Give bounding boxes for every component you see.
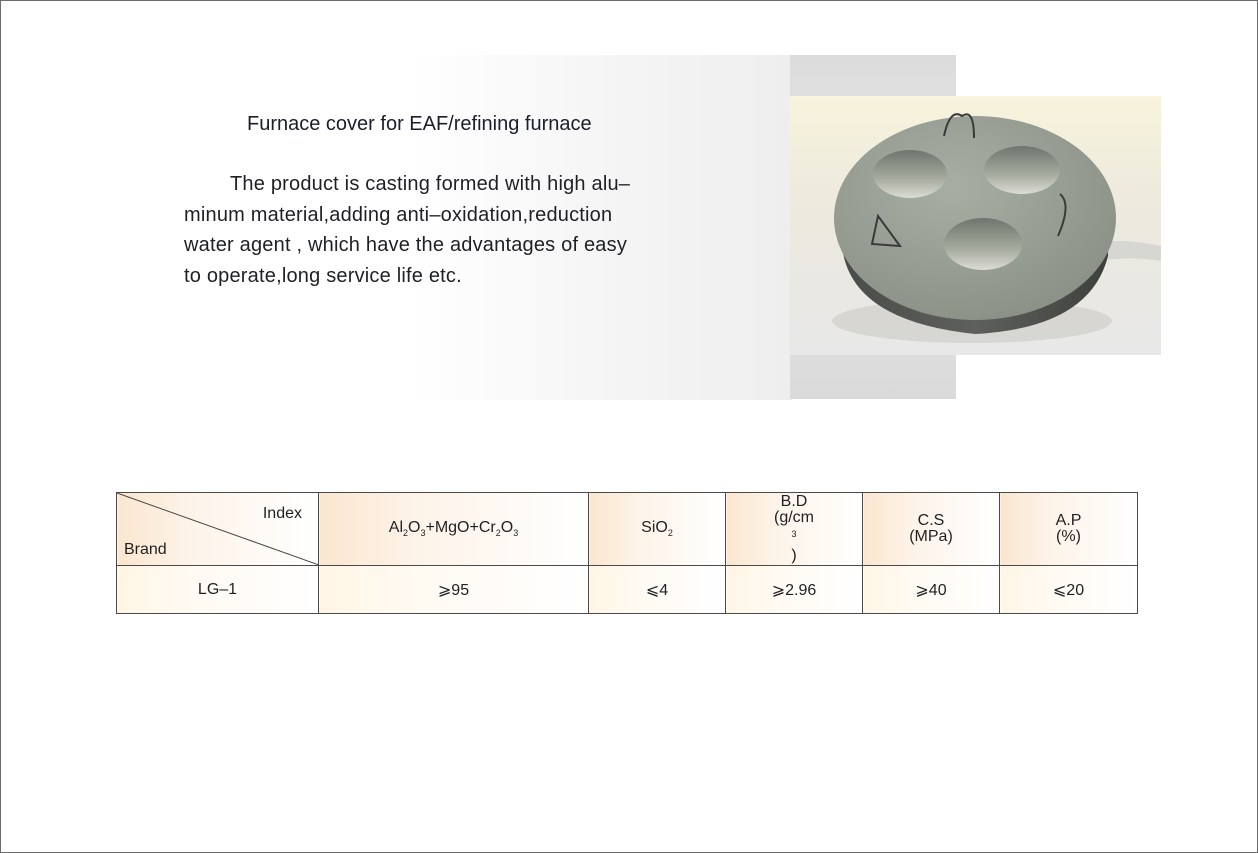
header-cs: C.S (MPa) — [862, 492, 1000, 566]
index-label: Index — [262, 505, 302, 522]
cell-sio2: ⩽4 — [588, 565, 726, 614]
description-line: minum material,adding anti–oxidation,red… — [184, 203, 613, 226]
header-composition: Al2O3+MgO+Cr2O3 — [318, 492, 589, 566]
product-description: The product is casting formed with high … — [184, 169, 684, 291]
product-photo — [790, 96, 1161, 355]
brand-label: Brand — [124, 541, 167, 558]
cell-ap: ⩽20 — [999, 565, 1138, 614]
page: Furnace cover for EAF/refining furnace T… — [0, 0, 1258, 853]
header-ap: A.P (%) — [999, 492, 1138, 566]
description-line: water agent , which have the advantages … — [184, 234, 628, 256]
header-bd: B.D (g/cm 3) — [725, 492, 863, 566]
cell-composition: ⩾95 — [318, 565, 589, 614]
cell-brand: LG–1 — [116, 565, 319, 614]
cell-bd: ⩾2.96 — [725, 565, 863, 614]
header-sio2: SiO2 — [588, 492, 726, 566]
cell-cs: ⩾40 — [862, 565, 1000, 614]
description-line: The product is casting formed with high … — [230, 173, 631, 195]
table-header-row: Index Brand Al2O3+MgO+Cr2O3 SiO2 B.D (g/… — [116, 492, 1138, 566]
description-line: to operate,long service life etc. — [184, 264, 462, 287]
spec-table: Index Brand Al2O3+MgO+Cr2O3 SiO2 B.D (g/… — [116, 492, 1138, 614]
table-row: LG–1 ⩾95 ⩽4 ⩾2.96 ⩾40 ⩽20 — [116, 565, 1138, 614]
corner-header: Index Brand — [116, 492, 319, 566]
furnace-cover-image — [790, 96, 1161, 355]
product-title: Furnace cover for EAF/refining furnace — [247, 113, 592, 135]
